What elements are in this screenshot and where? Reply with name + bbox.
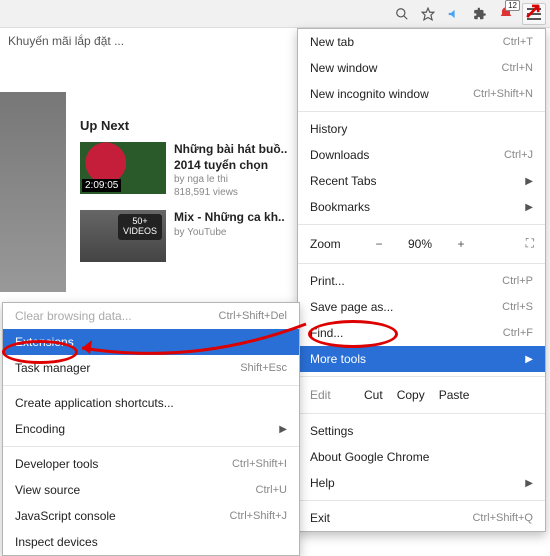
menu-cut[interactable]: Cut <box>364 388 383 402</box>
notification-icon[interactable]: 12 <box>496 4 516 24</box>
notification-count: 12 <box>505 0 520 11</box>
video-title: Những bài hát buồ.. <box>174 142 287 158</box>
menu-settings[interactable]: Settings <box>298 418 545 444</box>
video-meta: Những bài hát buồ.. 2014 tuyển chọn by n… <box>174 142 287 199</box>
zoom-icon[interactable] <box>392 4 412 24</box>
video-item[interactable]: 50+ VIDEOS Mix - Những ca kh.. by YouTub… <box>80 210 285 262</box>
menu-new-tab[interactable]: New tabCtrl+T <box>298 29 545 55</box>
annotation-arrow-icon: ↗ <box>524 0 542 24</box>
video-item[interactable]: 2:09:05 Những bài hát buồ.. 2014 tuyển c… <box>80 142 287 199</box>
browser-toolbar: 12 <box>0 0 550 28</box>
more-tools-submenu: Clear browsing data...Ctrl+Shift+Del Ext… <box>2 302 300 556</box>
menu-extensions[interactable]: Extensions <box>3 329 299 355</box>
menu-copy[interactable]: Copy <box>397 388 425 402</box>
menu-print[interactable]: Print...Ctrl+P <box>298 268 545 294</box>
menu-view-source[interactable]: View sourceCtrl+U <box>3 477 299 503</box>
chevron-right-icon: ▶ <box>525 176 533 187</box>
menu-history[interactable]: History <box>298 116 545 142</box>
video-thumbnail: 2:09:05 <box>80 142 166 194</box>
video-duration: 2:09:05 <box>82 179 121 192</box>
menu-more-tools[interactable]: More tools▶ <box>298 346 545 372</box>
zoom-out-button[interactable]: − <box>368 237 390 251</box>
menu-help[interactable]: Help▶ <box>298 470 545 496</box>
menu-downloads[interactable]: DownloadsCtrl+J <box>298 142 545 168</box>
edit-label: Edit <box>310 388 350 402</box>
menu-find[interactable]: Find...Ctrl+F <box>298 320 545 346</box>
menu-inspect-devices[interactable]: Inspect devices <box>3 529 299 555</box>
video-thumbnail: 50+ VIDEOS <box>80 210 166 262</box>
star-icon[interactable] <box>418 4 438 24</box>
menu-edit-row: Edit Cut Copy Paste <box>298 381 545 409</box>
extension-puzzle-icon[interactable] <box>470 4 490 24</box>
video-meta: Mix - Những ca kh.. by YouTube <box>174 210 285 262</box>
chevron-right-icon: ▶ <box>525 354 533 365</box>
video-player-thumbnail <box>0 92 66 292</box>
menu-bookmarks[interactable]: Bookmarks▶ <box>298 194 545 220</box>
menu-js-console[interactable]: JavaScript consoleCtrl+Shift+J <box>3 503 299 529</box>
chevron-right-icon: ▶ <box>279 424 287 435</box>
menu-about[interactable]: About Google Chrome <box>298 444 545 470</box>
menu-clear-browsing-data[interactable]: Clear browsing data...Ctrl+Shift+Del <box>3 303 299 329</box>
menu-save-as[interactable]: Save page as...Ctrl+S <box>298 294 545 320</box>
menu-new-window[interactable]: New windowCtrl+N <box>298 55 545 81</box>
menu-paste[interactable]: Paste <box>439 388 470 402</box>
chevron-right-icon: ▶ <box>525 478 533 489</box>
menu-recent-tabs[interactable]: Recent Tabs▶ <box>298 168 545 194</box>
menu-task-manager[interactable]: Task managerShift+Esc <box>3 355 299 381</box>
zoom-value: 90% <box>400 237 440 251</box>
menu-encoding[interactable]: Encoding▶ <box>3 416 299 442</box>
zoom-in-button[interactable]: + <box>450 237 472 251</box>
menu-create-shortcuts[interactable]: Create application shortcuts... <box>3 390 299 416</box>
zoom-label: Zoom <box>310 237 358 251</box>
chevron-right-icon: ▶ <box>525 202 533 213</box>
tab-title: Khuyến mãi lắp đặt ... <box>0 28 132 54</box>
menu-zoom-row: Zoom − 90% + ⛶ <box>298 229 545 259</box>
playlist-badge: 50+ VIDEOS <box>118 214 162 240</box>
menu-exit[interactable]: ExitCtrl+Shift+Q <box>298 505 545 531</box>
video-title: Mix - Những ca kh.. <box>174 210 285 226</box>
chrome-main-menu: New tabCtrl+T New windowCtrl+N New incog… <box>297 28 546 532</box>
menu-developer-tools[interactable]: Developer toolsCtrl+Shift+I <box>3 451 299 477</box>
up-next-heading: Up Next <box>80 118 129 133</box>
menu-new-incognito[interactable]: New incognito windowCtrl+Shift+N <box>298 81 545 107</box>
fullscreen-icon[interactable]: ⛶ <box>526 237 533 251</box>
announce-icon[interactable] <box>444 4 464 24</box>
